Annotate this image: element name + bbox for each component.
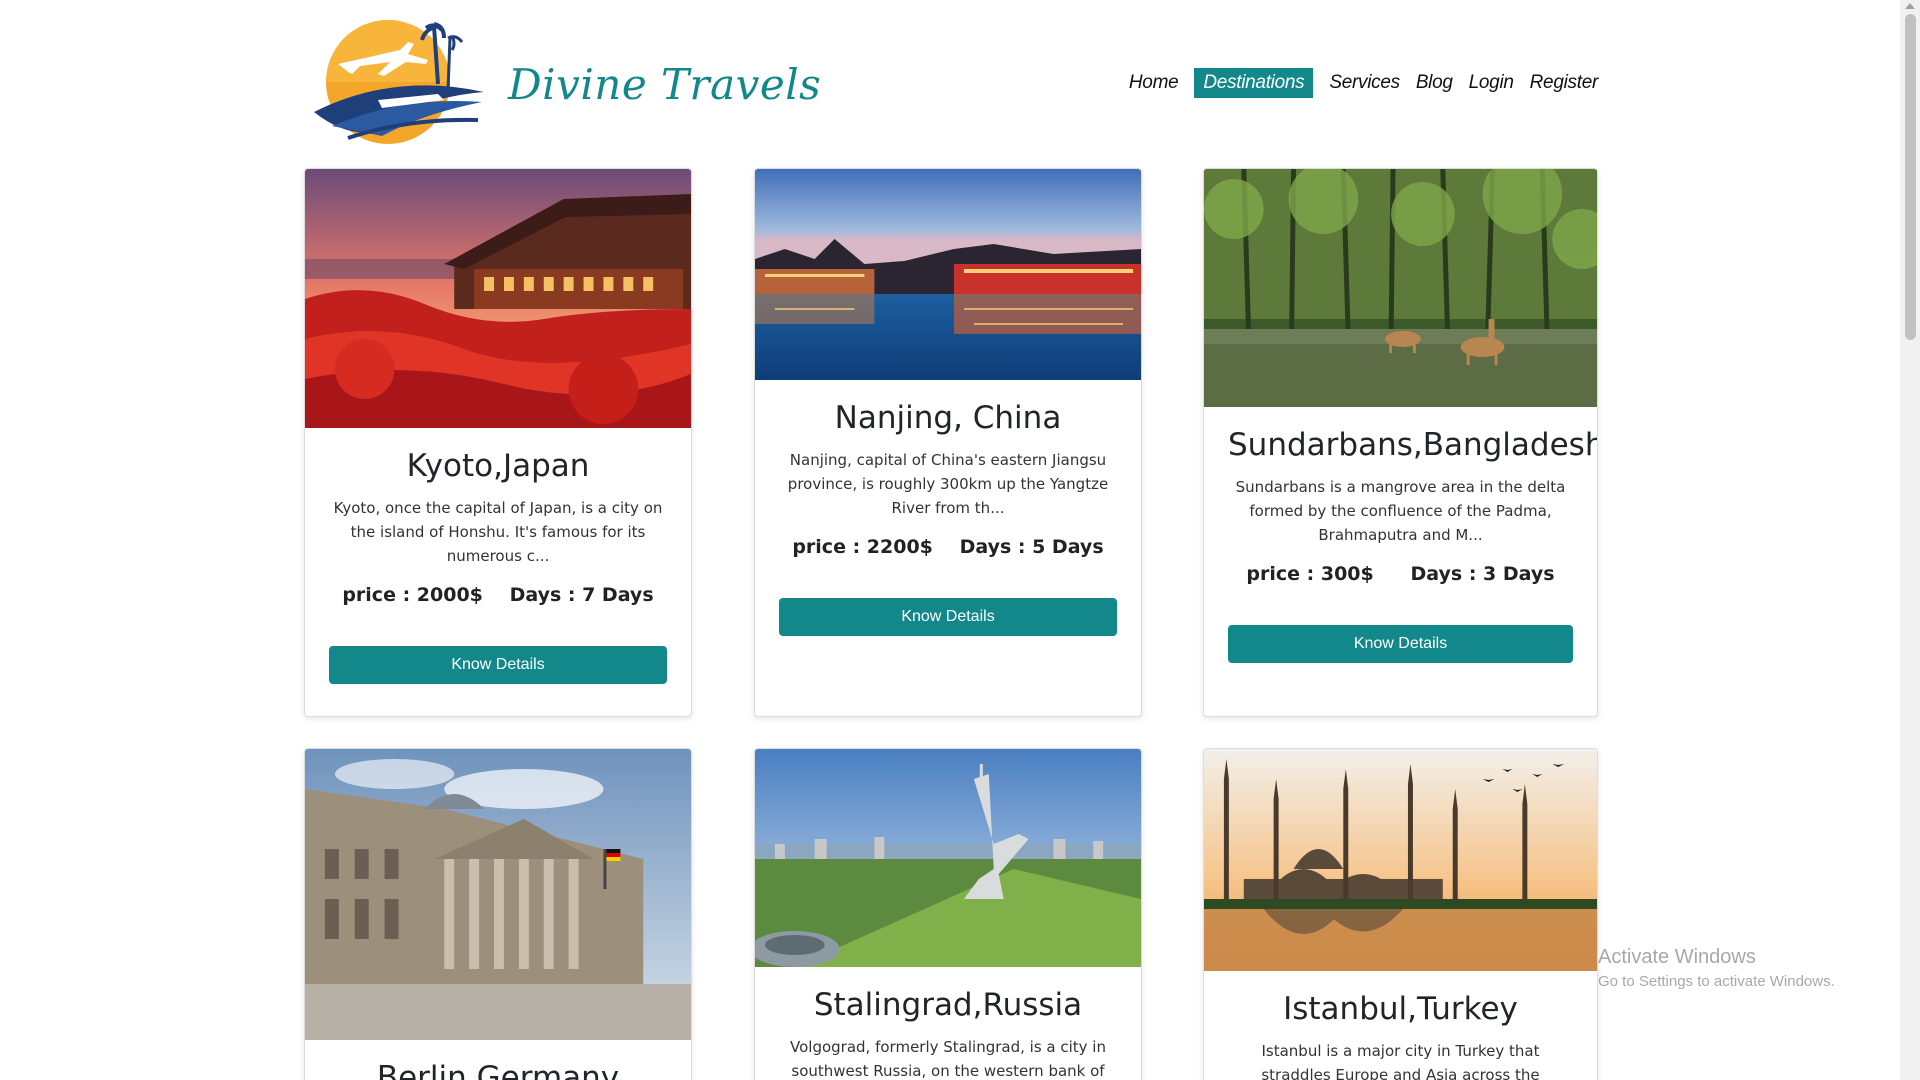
main-nav: Home Destinations Services Blog Login Re…	[1129, 68, 1598, 98]
berlin-photo	[305, 749, 691, 1040]
nav-register-link[interactable]: Register	[1530, 68, 1599, 98]
destination-card-stalingrad: Stalingrad,Russia Volgograd, formerly St…	[754, 748, 1142, 1080]
card-price: price : 2200$	[792, 536, 933, 558]
site-header: Divine Travels Home Destinations Service…	[304, 10, 1598, 150]
nav-login-link[interactable]: Login	[1469, 68, 1514, 98]
destination-card-berlin: Berlin,Germany	[304, 748, 692, 1080]
card-title: Berlin,Germany	[376, 1060, 620, 1080]
scrollbar-thumb[interactable]	[1905, 14, 1916, 340]
destination-card-sundarbans: Sundarbans,Bangladesh Sundarbans is a ma…	[1203, 168, 1598, 717]
card-title: Nanjing, China	[834, 400, 1062, 436]
card-days: Days : 5 Days	[959, 536, 1104, 558]
card-meta: price : 300$ Days : 3 Days	[1228, 563, 1573, 585]
istanbul-photo	[1204, 749, 1597, 971]
card-description: Sundarbans is a mangrove area in the del…	[1235, 478, 1566, 544]
nanjing-photo	[755, 169, 1141, 380]
stalingrad-photo	[755, 749, 1141, 967]
know-details-button[interactable]: Know Details	[779, 598, 1117, 636]
know-details-button[interactable]: Know Details	[329, 646, 667, 684]
nav-destinations-link[interactable]: Destinations	[1194, 68, 1314, 98]
windows-activation-watermark: Activate Windows Go to Settings to activ…	[1598, 946, 1835, 990]
card-description: Istanbul is a major city in Turkey that …	[1261, 1042, 1540, 1080]
card-days: Days : 3 Days	[1410, 563, 1555, 585]
card-description: Volgograd, formerly Stalingrad, is a cit…	[790, 1038, 1106, 1080]
watermark-title: Activate Windows	[1598, 946, 1756, 968]
brand-name[interactable]: Divine Travels	[508, 60, 821, 109]
card-price: price : 2000$	[342, 584, 483, 606]
vertical-scrollbar[interactable]	[1900, 0, 1920, 1080]
destination-card-istanbul: Istanbul,Turkey Istanbul is a major city…	[1203, 748, 1598, 1080]
card-meta: price : 2000$ Days : 7 Days	[329, 584, 667, 606]
card-description: Nanjing, capital of China's eastern Jian…	[787, 451, 1109, 517]
nav-services-link[interactable]: Services	[1329, 68, 1400, 98]
nav-blog-link[interactable]: Blog	[1416, 68, 1453, 98]
sundarbans-photo	[1204, 169, 1597, 407]
destination-card-nanjing: Nanjing, China Nanjing, capital of China…	[754, 168, 1142, 717]
kyoto-photo	[305, 169, 691, 428]
card-title: Sundarbans,Bangladesh	[1228, 427, 1598, 463]
card-title: Stalingrad,Russia	[813, 987, 1083, 1023]
scroll-up-arrow-icon[interactable]	[1905, 3, 1915, 9]
brand-logo-icon[interactable]	[308, 14, 490, 148]
card-days: Days : 7 Days	[509, 584, 654, 606]
card-title: Kyoto,Japan	[406, 448, 590, 484]
know-details-button[interactable]: Know Details	[1228, 625, 1573, 663]
watermark-subtitle: Go to Settings to activate Windows.	[1598, 973, 1835, 990]
card-meta: price : 2200$ Days : 5 Days	[779, 536, 1117, 558]
nav-home-link[interactable]: Home	[1129, 68, 1179, 98]
card-title: Istanbul,Turkey	[1283, 991, 1518, 1027]
card-description: Kyoto, once the capital of Japan, is a c…	[333, 499, 663, 565]
destination-card-kyoto: Kyoto,Japan Kyoto, once the capital of J…	[304, 168, 692, 717]
card-price: price : 300$	[1246, 563, 1374, 585]
